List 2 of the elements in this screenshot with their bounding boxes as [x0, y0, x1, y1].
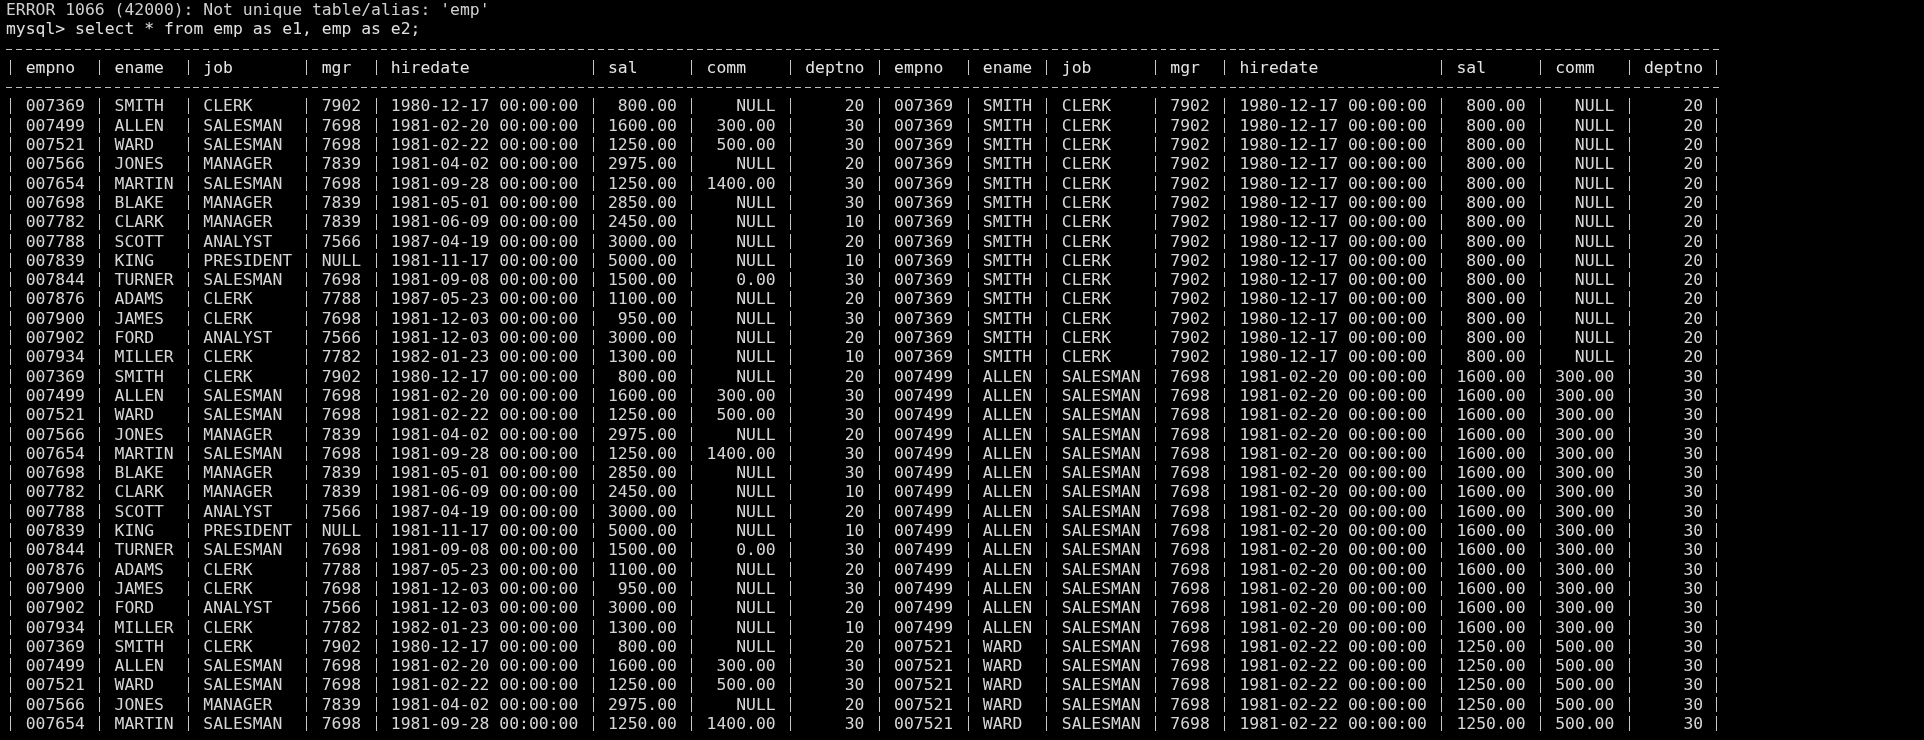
error-message: ERROR 1066 (42000): Not unique table/alias: 'emp': [6, 0, 491, 20]
command-line: mysql> select * from emp as e1, emp as e2;: [6, 19, 422, 39]
